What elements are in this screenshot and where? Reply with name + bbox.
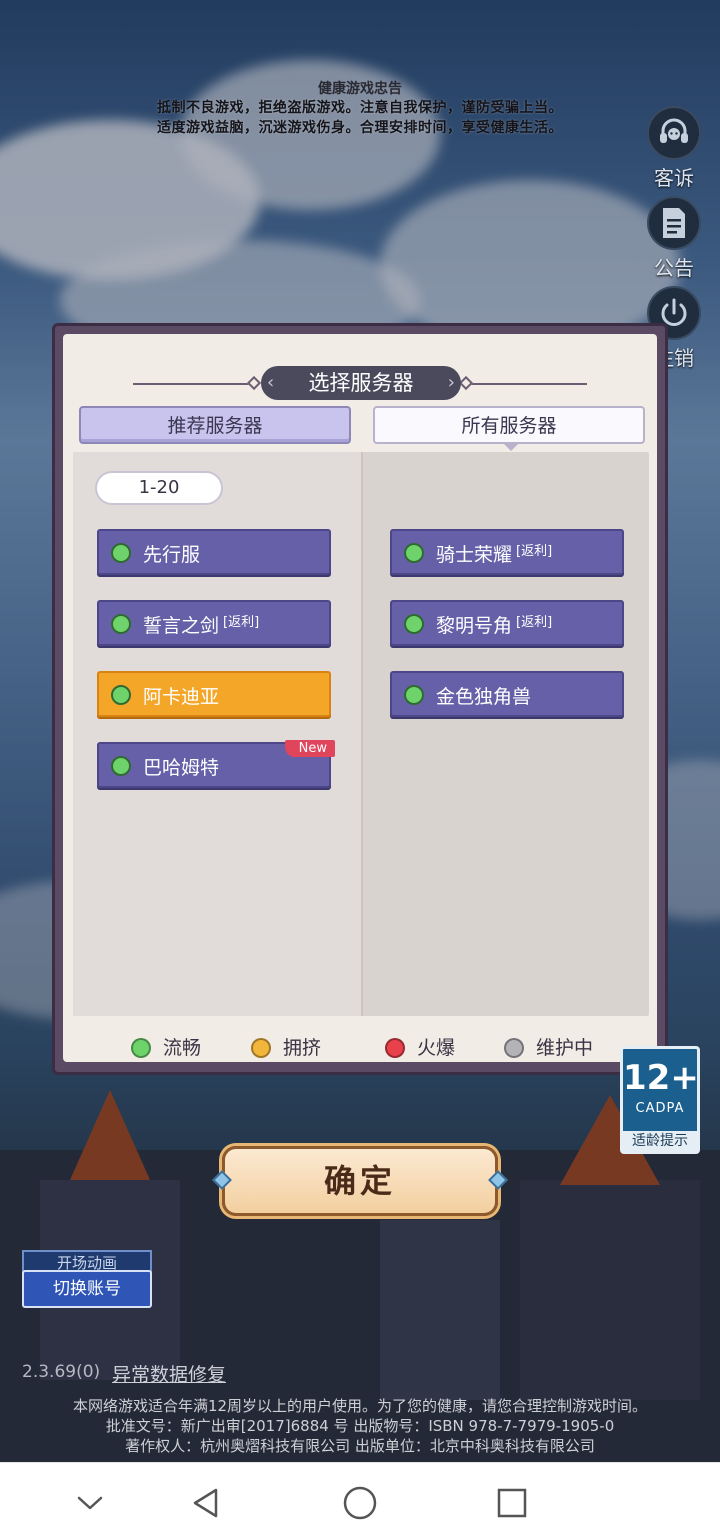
age-rating-badge[interactable]: 12+ CADPA 适龄提示 <box>620 1046 700 1154</box>
server-select-dialog: ‹ 选择服务器 › 推荐服务器 所有服务器 1-20 先行服 誓言之剑 [返利] … <box>52 323 668 1075</box>
server-name: 黎明号角 [返利] <box>436 615 553 637</box>
red-dot-icon <box>385 1038 405 1058</box>
server-button[interactable]: 先行服 <box>97 529 331 575</box>
announcement-label: 公告 <box>654 256 694 280</box>
dialog-body: ‹ 选择服务器 › 推荐服务器 所有服务器 1-20 先行服 誓言之剑 [返利] … <box>63 334 657 1062</box>
legal-footer: 本网络游戏适合年满12周岁以上的用户使用。为了您的健康，请您合理控制游戏时间。 … <box>0 1396 720 1456</box>
dialog-title-text: 选择服务器 <box>308 371 414 395</box>
status-dot-icon <box>111 543 131 563</box>
server-button[interactable]: 金色独角兽 <box>390 671 624 717</box>
version-label: 2.3.69(0) <box>22 1362 101 1382</box>
legend-item: 维护中 <box>504 1034 593 1062</box>
health-notice: 健康游戏忠告 抵制不良游戏，拒绝盗版游戏。注意自我保护，谨防受骗上当。 适度游戏… <box>90 78 630 138</box>
server-button[interactable]: 誓言之剑 [返利] <box>97 600 331 646</box>
back-icon[interactable] <box>184 1481 228 1525</box>
server-name: 骑士荣耀 [返利] <box>436 544 553 566</box>
age-rating-org: CADPA <box>635 1101 685 1116</box>
health-notice-line: 适度游戏益脑，沉迷游戏伤身。合理安排时间，享受健康生活。 <box>157 120 563 136</box>
status-dot-icon <box>404 685 424 705</box>
legend-item: 拥挤 <box>251 1034 321 1062</box>
age-rating-tip: 适龄提示 <box>623 1131 697 1151</box>
divider <box>133 383 253 385</box>
tab-all-servers[interactable]: 所有服务器 <box>373 406 645 451</box>
confirm-button[interactable]: 确定 <box>212 1146 508 1216</box>
green-dot-icon <box>131 1038 151 1058</box>
footer-line: 著作权人：杭州奥熠科技有限公司 出版单位：北京中科奥科技有限公司 <box>125 1437 595 1455</box>
status-dot-icon <box>111 614 131 634</box>
legend-item: 火爆 <box>385 1034 455 1062</box>
new-badge: New <box>284 740 335 757</box>
orange-dot-icon <box>251 1038 271 1058</box>
health-notice-title: 健康游戏忠告 <box>318 81 402 97</box>
server-name: 先行服 <box>143 544 201 566</box>
recents-icon[interactable] <box>490 1481 534 1525</box>
data-repair-link[interactable]: 异常数据修复 <box>112 1360 226 1387</box>
chevron-left-icon: ‹ <box>267 372 275 393</box>
server-button[interactable]: 骑士荣耀 [返利] <box>390 529 624 575</box>
dialog-title: ‹ 选择服务器 › <box>261 366 461 400</box>
switch-account-button[interactable]: 切换账号 <box>22 1270 152 1308</box>
footer-line: 批准文号：新广出审[2017]6884 号 出版物号：ISBN 978-7-79… <box>105 1417 615 1435</box>
range-selector[interactable]: 1-20 <box>95 471 223 505</box>
home-icon[interactable] <box>338 1481 382 1525</box>
support-button[interactable]: 客诉 <box>644 106 704 191</box>
status-dot-icon <box>404 543 424 563</box>
dialog-header: ‹ 选择服务器 › <box>63 366 657 402</box>
legend-item: 流畅 <box>131 1034 201 1062</box>
server-name: 誓言之剑 [返利] <box>143 615 260 637</box>
document-icon <box>647 196 701 250</box>
age-rating-value: 12+ <box>623 1058 699 1098</box>
system-nav-bar <box>0 1462 720 1540</box>
chevron-right-icon: › <box>447 372 455 393</box>
gray-dot-icon <box>504 1038 524 1058</box>
announcement-button[interactable]: 公告 <box>644 196 704 281</box>
server-name: 巴哈姆特 <box>143 757 220 779</box>
footer-line: 本网络游戏适合年满12周岁以上的用户使用。为了您的健康，请您合理控制游戏时间。 <box>72 1397 648 1415</box>
status-dot-icon <box>111 685 131 705</box>
server-name: 金色独角兽 <box>436 686 532 708</box>
diamond-ornament-icon <box>458 375 474 391</box>
status-dot-icon <box>111 756 131 776</box>
chevron-down-icon[interactable] <box>68 1481 112 1525</box>
server-button[interactable]: 黎明号角 [返利] <box>390 600 624 646</box>
health-notice-line: 抵制不良游戏，拒绝盗版游戏。注意自我保护，谨防受骗上当。 <box>157 100 563 116</box>
confirm-label: 确定 <box>323 1162 396 1200</box>
headset-icon <box>647 106 701 160</box>
server-button[interactable]: 巴哈姆特 New <box>97 740 335 788</box>
divider <box>467 383 587 385</box>
status-dot-icon <box>404 614 424 634</box>
server-name: 阿卡迪亚 <box>143 686 220 708</box>
server-list-panel: 1-20 先行服 誓言之剑 [返利] 阿卡迪亚 巴哈姆特 New 骑士荣耀 [返… <box>73 452 649 1016</box>
status-legend: 流畅 拥挤 火爆 维护中 <box>63 1034 657 1064</box>
server-button-selected[interactable]: 阿卡迪亚 <box>97 671 331 717</box>
column-divider <box>361 452 363 1016</box>
diamond-ornament-icon <box>246 375 262 391</box>
tab-recommended[interactable]: 推荐服务器 <box>79 406 351 444</box>
support-label: 客诉 <box>654 166 694 190</box>
